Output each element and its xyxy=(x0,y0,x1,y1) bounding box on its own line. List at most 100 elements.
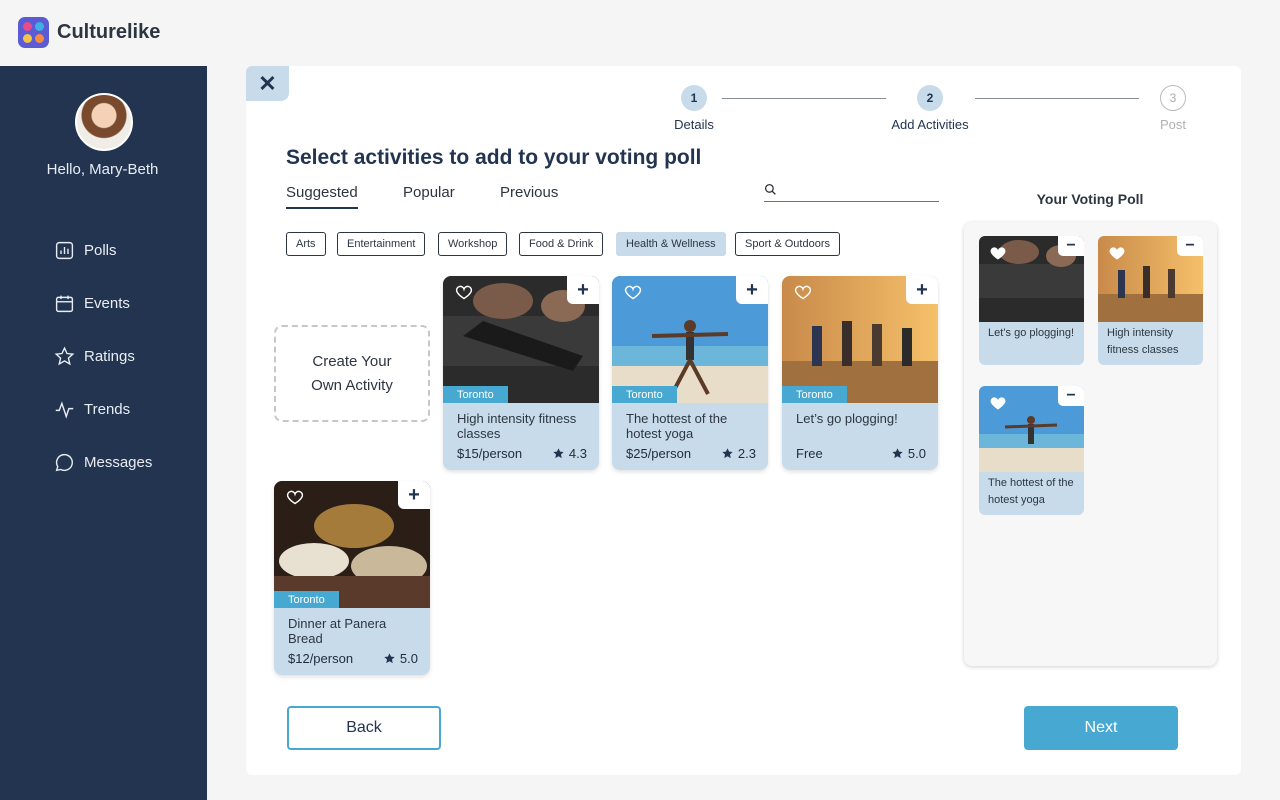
sidebar-item-polls[interactable]: Polls xyxy=(54,238,117,262)
remove-from-poll-button[interactable]: − xyxy=(1058,386,1084,406)
plus-icon: + xyxy=(916,278,928,301)
heart-icon[interactable] xyxy=(1108,245,1126,261)
location-badge: Toronto xyxy=(274,591,339,608)
add-to-poll-button[interactable]: + xyxy=(567,276,599,304)
activity-price: $15/person xyxy=(457,446,523,461)
activity-title: Let’s go plogging! xyxy=(796,411,898,426)
activity-price: $25/person xyxy=(626,446,692,461)
back-button[interactable]: Back xyxy=(287,706,441,750)
step-label: Add Activities xyxy=(891,117,969,132)
sidebar-item-label: Polls xyxy=(84,241,117,259)
location-badge: Toronto xyxy=(782,386,847,403)
poll-item-title: The hottest of the hotest yoga xyxy=(988,477,1074,506)
user-greeting: Hello, Mary-Beth xyxy=(46,161,159,178)
activity-title: High intensity fitness classes xyxy=(457,411,577,441)
heart-icon[interactable] xyxy=(989,395,1007,411)
location-badge: Toronto xyxy=(443,386,508,403)
bar-chart-icon xyxy=(55,241,74,259)
minus-icon: − xyxy=(1185,237,1195,254)
stepper-connector xyxy=(722,98,886,99)
tab-suggested[interactable]: Suggested xyxy=(286,184,358,209)
stepper-connector xyxy=(975,98,1139,99)
top-bar: Culturelike xyxy=(0,0,1280,66)
sidebar-item-messages[interactable]: Messages xyxy=(54,450,152,474)
step-number: 2 xyxy=(917,85,943,111)
activity-price: $12/person xyxy=(288,651,354,666)
activity-rating: 4.3 xyxy=(552,446,587,461)
close-icon: ✕ xyxy=(258,70,277,96)
star-icon xyxy=(54,346,75,365)
create-card-line: Own Activity xyxy=(311,376,393,394)
activity-card[interactable]: + Toronto Dinner at Panera Bread $12/per… xyxy=(274,481,430,675)
add-to-poll-button[interactable]: + xyxy=(906,276,938,304)
remove-from-poll-button[interactable]: − xyxy=(1058,236,1084,256)
avatar xyxy=(75,93,133,151)
star-icon xyxy=(384,653,395,664)
sidebar-item-ratings[interactable]: Ratings xyxy=(54,344,135,368)
chat-bubble-icon xyxy=(55,453,73,471)
sidebar: Hello, Mary-Beth Polls Events Ratings Tr… xyxy=(0,66,207,800)
sidebar-item-label: Messages xyxy=(84,453,153,471)
activity-rating: 2.3 xyxy=(721,446,756,461)
step-number: 1 xyxy=(681,85,707,111)
step-label: Post xyxy=(1159,117,1186,132)
poll-item: − High intensity fitness classes xyxy=(1098,236,1203,365)
add-to-poll-button[interactable]: + xyxy=(736,276,768,304)
tab-popular[interactable]: Popular xyxy=(403,184,455,201)
pulse-icon xyxy=(55,400,74,419)
sidebar-item-trends[interactable]: Trends xyxy=(54,397,130,421)
heart-icon[interactable] xyxy=(455,284,473,300)
activity-card[interactable]: + Toronto The hottest of the hotest yoga… xyxy=(612,276,768,470)
search-input[interactable] xyxy=(782,182,937,200)
activity-rating: 5.0 xyxy=(891,446,926,461)
activity-card[interactable]: + Toronto Let’s go plogging! Free 5.0 xyxy=(782,276,938,470)
add-to-poll-button[interactable]: + xyxy=(398,481,430,509)
star-icon xyxy=(553,448,564,459)
heart-icon[interactable] xyxy=(794,284,812,300)
main-panel: ✕ 1 Details 2 Add Activities 3 Post Sele… xyxy=(246,66,1241,775)
filter-chip-entertainment[interactable]: Entertainment xyxy=(337,232,426,256)
sidebar-item-label: Trends xyxy=(84,400,131,418)
filter-chip-food-drink[interactable]: Food & Drink xyxy=(519,232,604,256)
plus-icon: + xyxy=(408,483,420,506)
search-bar xyxy=(764,182,939,202)
rating-value: 5.0 xyxy=(399,651,418,666)
rating-value: 4.3 xyxy=(568,446,587,461)
star-icon xyxy=(892,448,903,459)
heart-icon[interactable] xyxy=(286,489,304,505)
rating-value: 2.3 xyxy=(737,446,756,461)
activity-card[interactable]: + Toronto High intensity fitness classes… xyxy=(443,276,599,470)
heart-icon[interactable] xyxy=(624,284,642,300)
poll-item-title: High intensity fitness classes xyxy=(1107,327,1179,356)
close-button[interactable]: ✕ xyxy=(246,66,289,101)
sidebar-item-events[interactable]: Events xyxy=(54,291,130,315)
sidebar-item-label: Ratings xyxy=(84,347,135,365)
brand-name: Culturelike xyxy=(57,21,161,43)
step-number: 3 xyxy=(1160,85,1186,111)
step-post: 3 Post xyxy=(1123,85,1223,132)
create-own-activity-button[interactable]: Create Your Own Activity xyxy=(274,325,430,422)
filter-chip-arts[interactable]: Arts xyxy=(286,232,326,256)
poll-item: − The hottest of the hotest yoga xyxy=(979,386,1084,515)
voting-poll-title: Your Voting Poll xyxy=(1036,191,1144,207)
remove-from-poll-button[interactable]: − xyxy=(1177,236,1203,256)
heart-icon[interactable] xyxy=(989,245,1007,261)
next-button[interactable]: Next xyxy=(1024,706,1178,750)
activity-title: Dinner at Panera Bread xyxy=(288,616,387,646)
location-badge: Toronto xyxy=(612,386,677,403)
page-title: Select activities to add to your voting … xyxy=(286,146,702,169)
step-label: Details xyxy=(674,117,714,132)
minus-icon: − xyxy=(1066,237,1076,254)
filter-chip-sport-outdoors[interactable]: Sport & Outdoors xyxy=(735,232,840,256)
filter-chip-workshop[interactable]: Workshop xyxy=(438,232,508,256)
activity-rating: 5.0 xyxy=(383,651,418,666)
search-icon xyxy=(764,183,776,195)
rating-value: 5.0 xyxy=(907,446,926,461)
tab-previous[interactable]: Previous xyxy=(500,184,558,201)
poll-item-title: Let’s go plogging! xyxy=(988,327,1075,339)
poll-item: − Let’s go plogging! xyxy=(979,236,1084,365)
minus-icon: − xyxy=(1066,387,1076,404)
filter-chip-health-wellness[interactable]: Health & Wellness xyxy=(616,232,726,256)
voting-poll-panel: − Let’s go plogging! − High intensity fi… xyxy=(964,222,1217,666)
culturelike-logo-icon xyxy=(18,17,49,48)
